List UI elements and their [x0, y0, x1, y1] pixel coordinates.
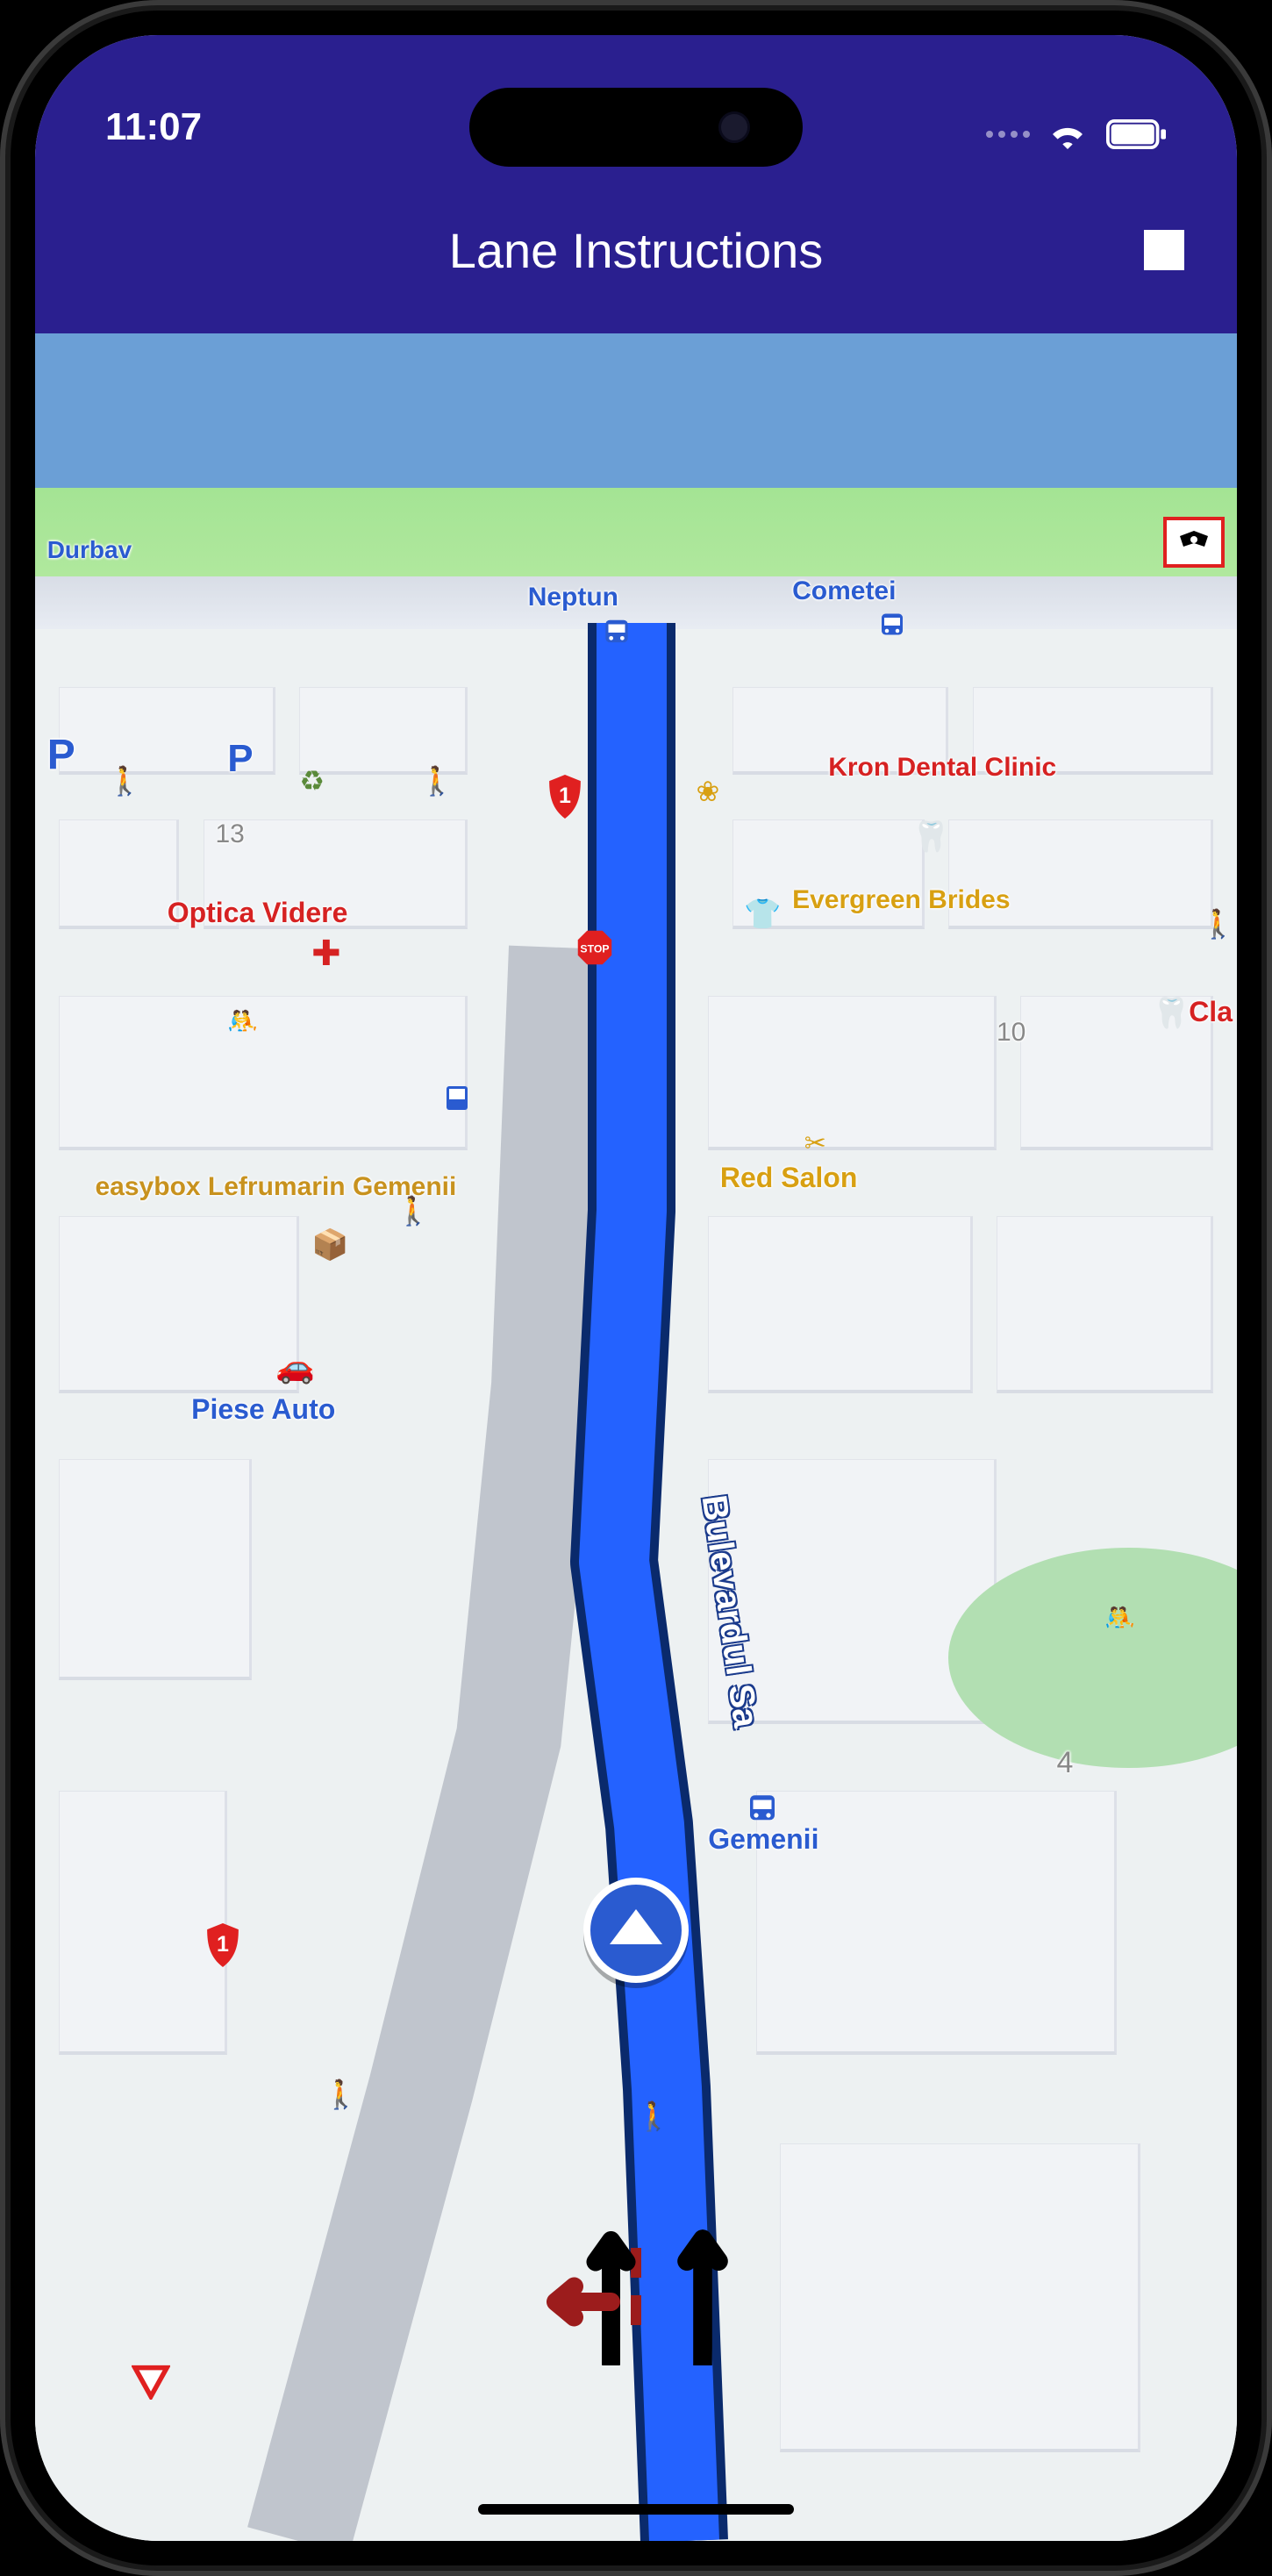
status-right — [986, 119, 1167, 149]
recycling-icon[interactable]: ♻ — [299, 764, 325, 798]
bus-stop-icon[interactable] — [600, 616, 633, 649]
stop-navigation-button[interactable] — [1144, 230, 1184, 270]
svg-text:STOP: STOP — [580, 943, 609, 955]
svg-text:1: 1 — [217, 1932, 229, 1957]
battery-icon — [1105, 119, 1167, 149]
house-number: 4 — [1057, 1746, 1074, 1780]
poi-easybox[interactable]: easybox Lefrumarin Gemenii — [96, 1172, 271, 1202]
screen: 11:07 Lane Instructions — [35, 35, 1237, 2541]
recording-dots-icon — [986, 131, 1030, 138]
parking-icon[interactable]: P — [47, 731, 75, 779]
poi-gemenii[interactable]: Gemenii — [708, 1823, 818, 1856]
car-icon[interactable]: 🚗 — [275, 1349, 315, 1385]
page-title: Lane Instructions — [449, 222, 823, 279]
house-number: 13 — [216, 819, 245, 849]
dental-icon[interactable]: 🦷 — [1153, 996, 1190, 1031]
app-header: Lane Instructions — [35, 167, 1237, 333]
pedestrian-crossing-icon: 🚶 — [419, 764, 454, 798]
pedestrian-crossing-icon: 🚶 — [636, 2100, 671, 2133]
package-icon[interactable]: 📦 — [311, 1227, 348, 1263]
bus-icon[interactable] — [444, 1084, 470, 1115]
lane-guidance — [534, 2207, 738, 2365]
pedestrian-crossing-icon: 🚶 — [324, 2078, 359, 2111]
svg-text:1: 1 — [559, 784, 571, 808]
dental-icon[interactable]: 🦷 — [912, 819, 949, 855]
pedestrian-crossing-icon: 🚶 — [1201, 907, 1236, 941]
phone-frame: 11:07 Lane Instructions — [0, 0, 1272, 2576]
scissors-icon[interactable]: ✂ — [804, 1128, 826, 1159]
wifi-icon — [1047, 119, 1088, 149]
notch — [469, 88, 803, 167]
map-view[interactable]: Bulevardul Sa Durbav Neptun Cometei P P … — [35, 333, 1237, 2541]
poi-cometei[interactable]: Cometei — [792, 576, 896, 606]
route-shield-icon: 1 — [546, 775, 584, 819]
lane-arrow-straight — [668, 2207, 738, 2365]
lane-arrow-left-straight — [534, 2207, 604, 2365]
playground-icon[interactable]: 🤼 — [1104, 1603, 1135, 1632]
park-area — [948, 1548, 1237, 1769]
yield-sign-icon — [132, 2365, 170, 2400]
poi-red-salon[interactable]: Red Salon — [720, 1162, 857, 1194]
poi-kron-dental[interactable]: Kron Dental Clinic — [828, 753, 986, 783]
flower-icon[interactable]: ❀ — [697, 775, 720, 808]
horizon-buildings — [35, 576, 1237, 629]
pedestrian-crossing-icon: 🚶 — [107, 764, 142, 798]
poi-neptun[interactable]: Neptun — [528, 583, 618, 612]
route-shield-icon: 1 — [204, 1923, 242, 1967]
poi-durbav[interactable]: Durbav — [47, 536, 132, 564]
speed-camera-icon — [1163, 517, 1225, 568]
stop-sign-icon: STOP — [576, 929, 613, 966]
bus-stop-icon[interactable] — [744, 1791, 781, 1828]
status-time: 11:07 — [105, 105, 202, 149]
poi-evergreen-brides[interactable]: Evergreen Brides — [792, 885, 933, 915]
shirt-icon[interactable]: 👕 — [744, 897, 781, 932]
medical-cross-icon[interactable]: ✚ — [311, 934, 341, 974]
poi-cla[interactable]: Cla — [1189, 996, 1233, 1028]
navigation-cursor — [583, 1878, 689, 1983]
playground-icon[interactable]: 🤼 — [227, 1006, 258, 1035]
poi-optica-videre[interactable]: Optica Videre — [168, 897, 348, 929]
bus-stop-icon[interactable] — [876, 610, 908, 641]
house-number: 10 — [997, 1018, 1025, 1048]
home-indicator[interactable] — [478, 2504, 794, 2515]
route-street-name: Bulevardul Sa — [693, 1492, 765, 1729]
parking-icon[interactable]: P — [227, 737, 253, 781]
poi-piese-auto[interactable]: Piese Auto — [191, 1393, 335, 1426]
